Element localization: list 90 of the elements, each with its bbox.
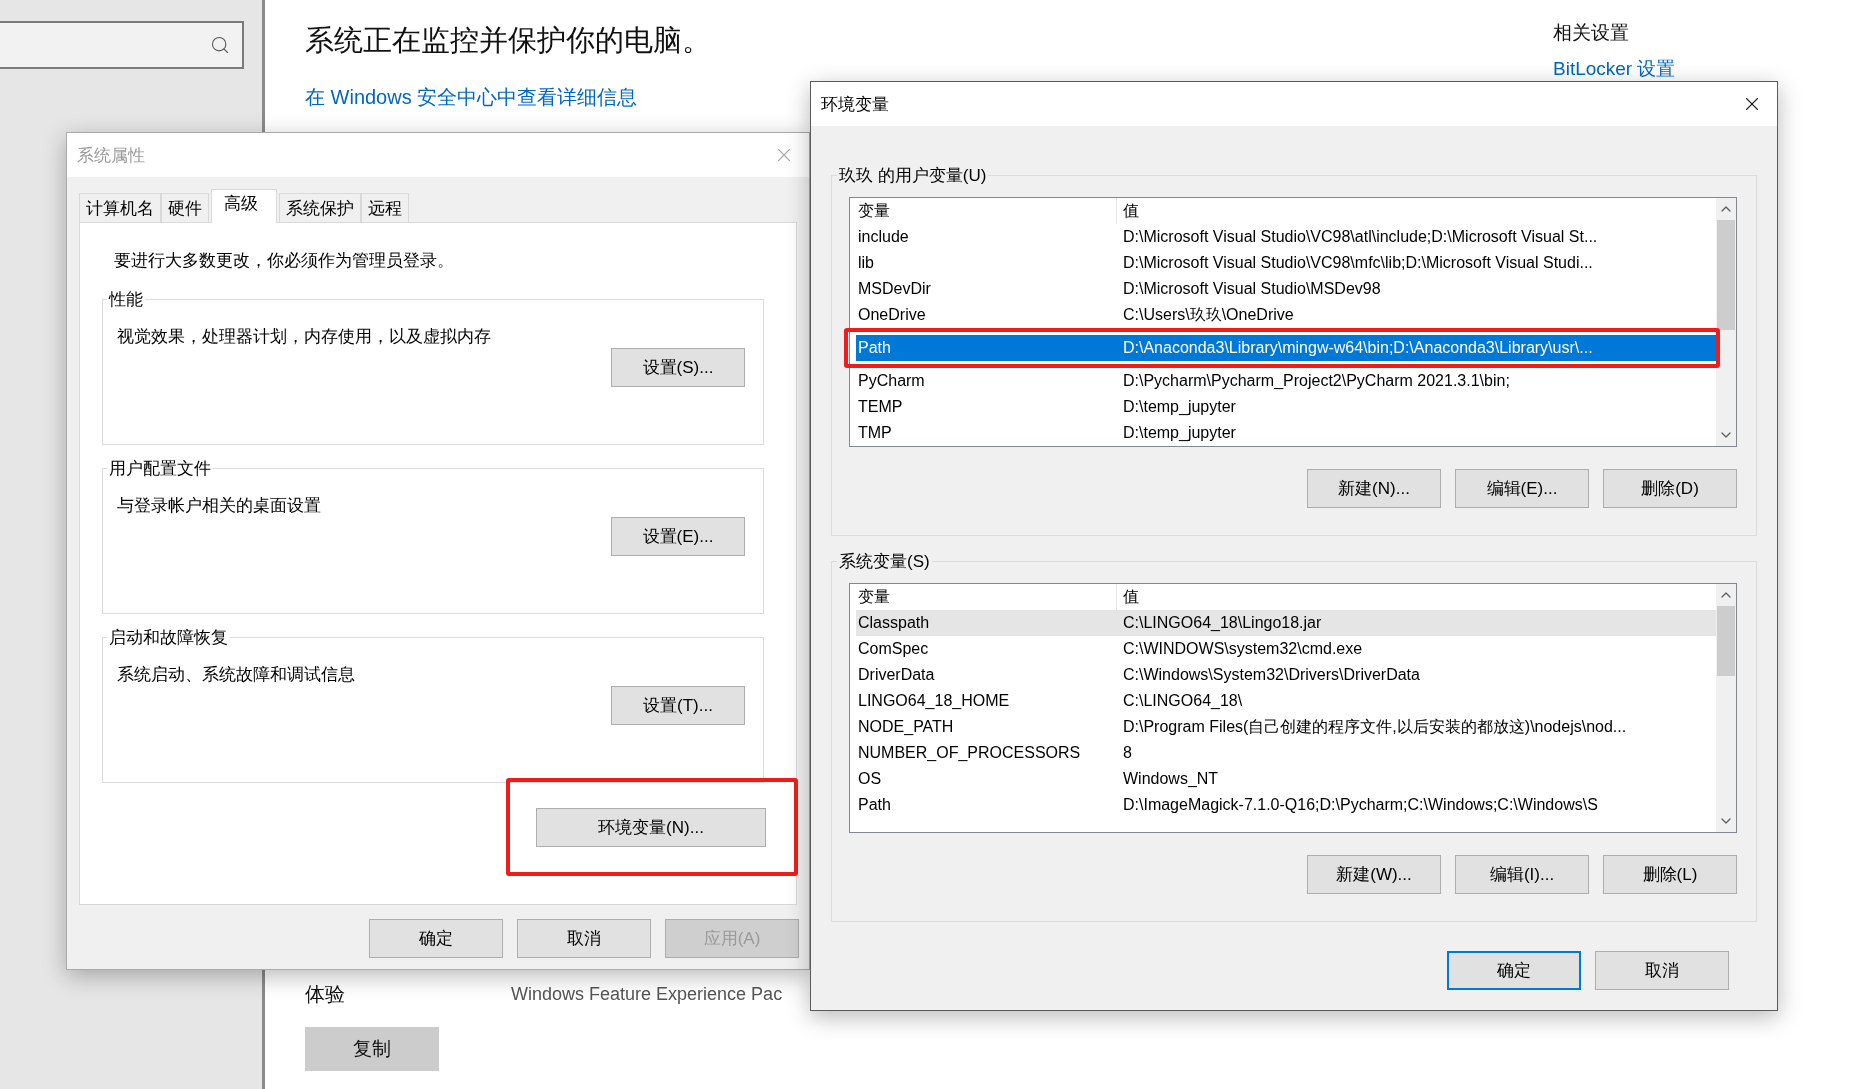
- variable-value: D:\temp_jupyter: [1122, 424, 1237, 442]
- variable-row[interactable]: Path D:\Anaconda3\Library\mingw-w64\bin;D:\Anaconda3\Library\usr\...: [856, 335, 1716, 361]
- experience-label: 体验: [305, 981, 346, 1007]
- variable-value: C:\Windows\System32\Drivers\DriverData: [1122, 666, 1421, 684]
- variable-name: NODE_PATH: [857, 718, 955, 736]
- variable-name: Path: [857, 796, 892, 814]
- dialog-button[interactable]: 新建(N)...: [1307, 469, 1441, 508]
- variable-value: C:\WINDOWS\system32\cmd.exe: [1122, 640, 1364, 658]
- settings-button[interactable]: 设置(T)...: [611, 686, 745, 725]
- variable-row[interactable]: OneDrive C:\Users\玖玖\OneDrive: [856, 302, 1716, 328]
- variable-name: MSDevDir: [857, 280, 932, 298]
- variable-row[interactable]: NUMBER_OF_PROCESSORS 8: [856, 740, 1716, 766]
- dialog-button[interactable]: 取消: [1595, 951, 1729, 990]
- dialog-button[interactable]: 新建(W)...: [1307, 855, 1441, 894]
- column-header[interactable]: 变量: [856, 584, 1116, 610]
- variable-value: D:\Microsoft Visual Studio\MSDev98: [1122, 280, 1382, 298]
- variable-name: DriverData: [857, 666, 936, 684]
- copy-button[interactable]: 复制: [305, 1027, 439, 1071]
- variable-row[interactable]: ComSpec C:\WINDOWS\system32\cmd.exe: [856, 636, 1716, 662]
- variable-value: C:\LINGO64_18\Lingo18.jar: [1122, 614, 1323, 632]
- variable-row[interactable]: PyCharm D:\Pycharm\Pycharm_Project2\PyCharm 2021.3.1\bin;: [856, 368, 1716, 394]
- variable-value: D:\Anaconda3\Library\mingw-w64\bin;D:\Anaconda3\Library\usr\...: [1122, 339, 1594, 357]
- scrollbar[interactable]: [1716, 584, 1736, 832]
- experience-value: Windows Feature Experience Pac: [511, 983, 783, 1005]
- variable-name: TMP: [857, 424, 893, 442]
- variable-row[interactable]: Classpath C:\LINGO64_18\Lingo18.jar: [856, 610, 1716, 636]
- variable-value: D:\Program Files(自己创建的程序文件,以后安装的都放这)\nodejs\nod...: [1122, 716, 1628, 737]
- variable-value: D:\Microsoft Visual Studio\VC98\mfc\lib;D:\Microsoft Visual Studi...: [1122, 254, 1594, 272]
- dialog-button[interactable]: 删除(D): [1603, 469, 1737, 508]
- settings-button[interactable]: 设置(E)...: [611, 517, 745, 556]
- group-description: 视觉效果，处理器计划，内存使用，以及虚拟内存: [117, 326, 492, 348]
- variable-row[interactable]: Path D:\ImageMagick-7.1.0-Q16;D:\Pycharm;C:\Windows;C:\Windows\S: [856, 792, 1716, 818]
- search-icon: [210, 35, 230, 55]
- variable-row[interactable]: lib D:\Microsoft Visual Studio\VC98\mfc\lib;D:\Microsoft Visual Studi...: [856, 250, 1716, 276]
- variable-row[interactable]: OS Windows_NT: [856, 766, 1716, 792]
- variable-value: C:\Users\玖玖\OneDrive: [1122, 304, 1295, 325]
- variable-name: OneDrive: [857, 306, 927, 324]
- page-heading: 系统正在监控并保护你的电脑。: [305, 23, 712, 58]
- tab[interactable]: 高级: [211, 189, 277, 223]
- group-description: 系统启动、系统故障和调试信息: [117, 664, 356, 686]
- variable-row[interactable]: TMP D:\temp_jupyter: [856, 420, 1716, 446]
- variable-name: NUMBER_OF_PROCESSORS: [857, 744, 1082, 762]
- dialog-button[interactable]: 删除(L): [1603, 855, 1737, 894]
- window-title: 环境变量: [821, 93, 889, 116]
- variable-name: OS: [857, 770, 883, 788]
- admin-note: 要进行大多数更改，你必须作为管理员登录。: [114, 250, 455, 272]
- tab[interactable]: 硬件: [161, 193, 209, 223]
- variable-name: LINGO64_18_HOME: [857, 692, 1011, 710]
- variable-value: D:\Pycharm\Pycharm_Project2\PyCharm 2021.3.1\bin;: [1122, 372, 1511, 390]
- variable-name: TEMP: [857, 398, 904, 416]
- window-title: 系统属性: [77, 144, 145, 167]
- variable-value: Windows_NT: [1122, 770, 1220, 788]
- environment-variables-button[interactable]: 环境变量(N)...: [536, 808, 766, 847]
- variable-name: lib: [857, 254, 875, 272]
- variable-row[interactable]: MSDevDir D:\Microsoft Visual Studio\MSDev98: [856, 276, 1716, 302]
- variable-name: Classpath: [857, 614, 931, 632]
- variable-value: D:\temp_jupyter: [1122, 398, 1237, 416]
- tab[interactable]: 远程: [361, 193, 409, 223]
- dialog-button[interactable]: 编辑(I)...: [1455, 855, 1589, 894]
- related-settings-title: 相关设置: [1553, 21, 1630, 45]
- dialog-button[interactable]: 确定: [369, 919, 503, 958]
- group-title: 启动和故障恢复: [108, 627, 229, 649]
- dialog-button[interactable]: 编辑(E)...: [1455, 469, 1589, 508]
- variable-name: ComSpec: [857, 640, 930, 658]
- group-title: 性能: [107, 289, 144, 311]
- settings-button[interactable]: 设置(S)...: [611, 348, 745, 387]
- column-header[interactable]: 变量: [856, 198, 1116, 224]
- variable-name: Path: [857, 339, 892, 357]
- variable-value: 8: [1122, 744, 1133, 762]
- tab[interactable]: 系统保护: [279, 193, 361, 223]
- variable-row[interactable]: NODE_PATH D:\Program Files(自己创建的程序文件,以后安装的都放这)\nodejs\nod...: [856, 714, 1716, 740]
- variable-row[interactable]: TEMP D:\temp_jupyter: [856, 394, 1716, 420]
- variable-value: C:\LINGO64_18\: [1122, 692, 1244, 710]
- group-title: 系统变量(S): [838, 551, 931, 573]
- group-title: 用户配置文件: [108, 458, 212, 480]
- tab[interactable]: 计算机名: [79, 193, 161, 223]
- variable-row[interactable]: LINGO64_18_HOME C:\LINGO64_18\: [856, 688, 1716, 714]
- variable-name: include: [857, 228, 910, 246]
- bitlocker-link[interactable]: BitLocker 设置: [1553, 56, 1850, 82]
- dialog-button[interactable]: 确定: [1447, 951, 1581, 990]
- scrollbar[interactable]: [1716, 198, 1736, 446]
- search-field[interactable]: [0, 21, 244, 69]
- variable-value: D:\Microsoft Visual Studio\VC98\atl\include;D:\Microsoft Visual St...: [1122, 228, 1599, 246]
- group-description: 与登录帐户相关的桌面设置: [117, 495, 322, 517]
- variable-row[interactable]: DriverData C:\Windows\System32\Drivers\DriverData: [856, 662, 1716, 688]
- group-title: 玖玖 的用户变量(U): [838, 165, 988, 187]
- variable-value: D:\ImageMagick-7.1.0-Q16;D:\Pycharm;C:\Windows;C:\Windows\S: [1122, 796, 1599, 814]
- variable-row[interactable]: include D:\Microsoft Visual Studio\VC98\atl\include;D:\Microsoft Visual St...: [856, 224, 1716, 250]
- variable-name: PyCharm: [857, 372, 926, 390]
- dialog-button[interactable]: 取消: [517, 919, 651, 958]
